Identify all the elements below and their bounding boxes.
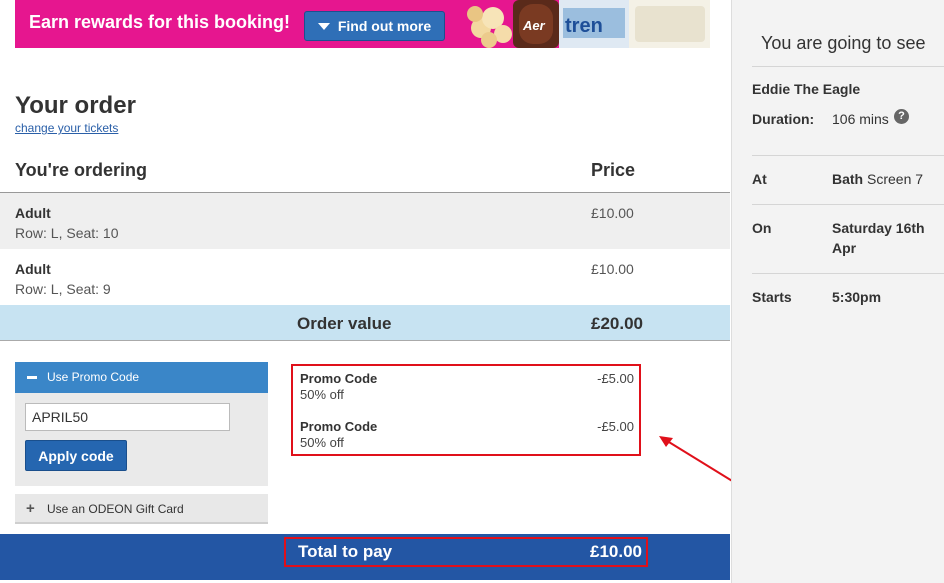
rewards-banner: Earn rewards for this booking! Find out … <box>15 0 710 48</box>
ticket-price: £10.00 <box>591 205 634 221</box>
at-label: At <box>752 171 767 187</box>
promo-code-panel: Use Promo Code Apply code <box>15 362 268 486</box>
gift-card-label: Use an ODEON Gift Card <box>47 502 184 516</box>
promo-amount: -£5.00 <box>597 419 634 434</box>
sidebar-title: You are going to see <box>761 33 926 53</box>
ticket-seat: Row: L, Seat: 10 <box>15 225 119 241</box>
banner-text: Earn rewards for this booking! <box>29 12 291 32</box>
promo-amount: -£5.00 <box>597 371 634 386</box>
svg-text:tren: tren <box>565 15 603 37</box>
ticket-seat: Row: L, Seat: 9 <box>15 281 111 297</box>
gift-card-tab[interactable]: + Use an ODEON Gift Card <box>15 494 268 524</box>
cinema-name: Bath <box>832 171 864 187</box>
applied-promo: Promo Code 50% off -£5.00 <box>300 419 634 455</box>
ticket-type: Adult <box>15 261 51 277</box>
use-promo-code-tab[interactable]: Use Promo Code <box>15 362 268 393</box>
order-value-row: Order value £20.00 <box>0 305 730 341</box>
promo-desc: 50% off <box>300 435 344 450</box>
on-label: On <box>752 220 772 236</box>
show-date-line1: Saturday 16th <box>832 220 925 236</box>
find-out-more-button[interactable]: Find out more <box>304 11 445 41</box>
order-main: Earn rewards for this booking! Find out … <box>0 0 756 583</box>
page-title: Your order <box>15 92 136 119</box>
start-time: 5:30pm <box>832 289 882 305</box>
show-date-line2: Apr <box>832 240 857 256</box>
promo-name: Promo Code <box>300 371 378 386</box>
order-value-label: Order value <box>297 314 392 333</box>
snacks-image: Aer tren <box>463 0 710 48</box>
sidebar-divider <box>752 204 944 205</box>
ordering-header: You're ordering <box>15 160 147 180</box>
promo-tab-label: Use Promo Code <box>47 370 140 384</box>
plus-icon: + <box>26 500 35 517</box>
total-to-pay-highlight: Total to pay £10.00 <box>284 537 648 567</box>
applied-promo: Promo Code 50% off -£5.00 <box>300 371 634 407</box>
ticket-row: Adult Row: L, Seat: 9 £10.00 <box>0 249 730 305</box>
total-amount: £10.00 <box>590 542 642 561</box>
minus-icon <box>27 376 37 379</box>
cinema-location: Bath Screen 7 <box>832 171 923 187</box>
apply-code-button[interactable]: Apply code <box>25 440 127 471</box>
promo-code-input[interactable] <box>25 403 230 431</box>
sidebar-divider <box>752 66 944 67</box>
svg-text:Aer: Aer <box>522 18 546 33</box>
total-label: Total to pay <box>298 542 393 561</box>
promo-desc: 50% off <box>300 387 344 402</box>
starts-label: Starts <box>752 289 792 305</box>
question-icon[interactable]: ? <box>894 109 909 124</box>
order-value-amount: £20.00 <box>591 314 643 333</box>
sidebar-divider <box>752 155 944 156</box>
triangle-down-icon <box>317 22 330 30</box>
applied-promos-highlight: Promo Code 50% off -£5.00 Promo Code 50%… <box>291 364 641 456</box>
film-title: Eddie The Eagle <box>752 81 861 97</box>
change-tickets-link[interactable]: change your tickets <box>15 121 118 135</box>
ticket-price: £10.00 <box>591 261 634 277</box>
screen-name: Screen 7 <box>863 171 924 187</box>
sidebar-divider <box>752 273 944 274</box>
duration-value: 106 mins <box>832 111 889 127</box>
promo-name: Promo Code <box>300 419 378 434</box>
find-out-more-label: Find out more <box>337 18 432 34</box>
ticket-type: Adult <box>15 205 51 221</box>
ticket-row: Adult Row: L, Seat: 10 £10.00 <box>0 193 730 249</box>
price-header: Price <box>591 160 636 180</box>
booking-summary-sidebar: You are going to see Eddie The Eagle Dur… <box>731 0 944 583</box>
duration-label: Duration: <box>752 111 815 127</box>
